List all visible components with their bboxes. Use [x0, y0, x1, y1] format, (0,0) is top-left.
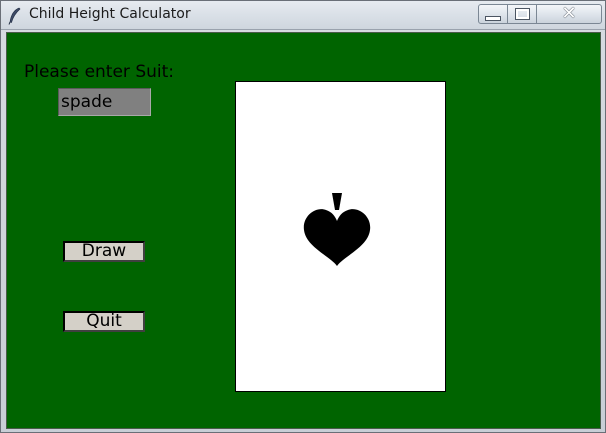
maximize-icon: [514, 8, 530, 20]
close-icon: ✕: [561, 3, 577, 24]
minimize-button[interactable]: [478, 4, 508, 24]
spade-icon: [303, 193, 371, 266]
feather-icon: [8, 7, 21, 25]
maximize-button[interactable]: [507, 4, 537, 24]
title-bar[interactable]: Child Height Calculator ✕: [1, 1, 605, 30]
main-canvas: Please enter Suit: spade Draw Quit: [6, 32, 601, 429]
draw-button[interactable]: Draw: [63, 241, 145, 262]
window-title: Child Height Calculator: [29, 6, 191, 22]
suit-input[interactable]: spade: [58, 88, 151, 116]
minimize-icon: [485, 15, 501, 21]
app-window: Child Height Calculator ✕ Please enter S…: [0, 0, 606, 433]
close-button[interactable]: ✕: [536, 4, 602, 24]
playing-card: [235, 81, 446, 392]
quit-button[interactable]: Quit: [63, 311, 145, 332]
suit-prompt-label: Please enter Suit:: [24, 62, 175, 82]
